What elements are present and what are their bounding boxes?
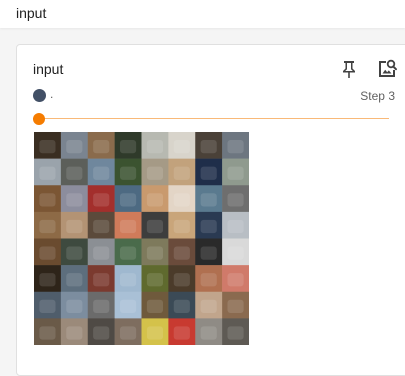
image-tile-shade	[93, 326, 110, 340]
image-tile-shade	[200, 193, 217, 207]
image-tile-shade	[66, 246, 83, 260]
image-grid-canvas	[34, 132, 249, 345]
pin-button[interactable]	[337, 57, 361, 81]
step-label: Step 3	[360, 89, 395, 103]
image-tile-shade	[200, 273, 217, 287]
image-tile-shade	[120, 246, 137, 260]
image-tile-shade	[120, 166, 137, 180]
pin-icon	[343, 61, 355, 78]
image-tile-shade	[146, 219, 164, 234]
image-search-button[interactable]	[375, 57, 399, 81]
image-tile-shade	[146, 326, 164, 340]
image-tile-shade	[120, 193, 137, 207]
image-tile-shade	[39, 326, 56, 340]
image-tile-shade	[93, 273, 110, 287]
image-tile-shade	[173, 326, 190, 340]
image-grid[interactable]	[34, 132, 249, 345]
image-tile-shade	[227, 193, 244, 207]
image-tile-shade	[120, 299, 137, 314]
image-tile-shade	[227, 326, 244, 340]
image-tile-shade	[93, 246, 110, 260]
image-tile-shade	[39, 139, 56, 154]
image-tile-shade	[227, 139, 244, 154]
image-tile-shade	[227, 246, 244, 260]
image-tile-shade	[66, 193, 83, 207]
image-tile-shade	[200, 166, 217, 180]
slider-track	[33, 118, 389, 119]
image-tile-shade	[227, 219, 244, 234]
top-bar: input	[0, 0, 405, 28]
image-tile-shade	[93, 299, 110, 314]
image-tile-shade	[173, 193, 190, 207]
image-tile-shade	[39, 273, 56, 287]
image-tile-shade	[146, 299, 164, 314]
image-tile-shade	[146, 139, 164, 154]
image-tile-shade	[39, 166, 56, 180]
image-tile-shade	[93, 166, 110, 180]
image-tile-shade	[146, 193, 164, 207]
image-tile-shade	[173, 219, 190, 234]
image-tile-shade	[66, 326, 83, 340]
slider-thumb[interactable]	[33, 113, 45, 125]
image-tile-shade	[173, 299, 190, 314]
card-title: input	[33, 61, 64, 77]
image-tile-shade	[66, 139, 83, 154]
image-tile-shade	[227, 299, 244, 314]
image-tile-shade	[227, 273, 244, 287]
image-card: input . Step 3	[16, 44, 405, 376]
step-slider[interactable]	[33, 111, 389, 127]
image-tile-shade	[120, 139, 137, 154]
image-tile-shade	[93, 219, 110, 234]
image-tile-shade	[200, 246, 217, 260]
image-tile-shade	[120, 326, 137, 340]
image-tile-shade	[39, 246, 56, 260]
image-tile-shade	[93, 193, 110, 207]
image-tile-shade	[173, 139, 190, 154]
image-tile-shade	[93, 139, 110, 154]
image-tile-shade	[200, 326, 217, 340]
run-color-dot	[33, 89, 46, 102]
image-tile-shade	[227, 166, 244, 180]
image-tile-shade	[66, 166, 83, 180]
image-tile-shade	[39, 299, 56, 314]
image-tile-shade	[66, 273, 83, 287]
image-tile-shade	[200, 299, 217, 314]
image-tile-shade	[66, 299, 83, 314]
image-tile-shade	[120, 219, 137, 234]
image-tile-shade	[66, 219, 83, 234]
image-tile-shade	[173, 246, 190, 260]
page-title: input	[16, 5, 47, 21]
image-tile-shade	[200, 219, 217, 234]
image-tile-shade	[146, 166, 164, 180]
image-tile-shade	[173, 273, 190, 287]
run-name: .	[50, 87, 54, 101]
image-tile-shade	[146, 273, 164, 287]
image-search-icon	[379, 59, 397, 77]
image-tile-shade	[39, 219, 56, 234]
image-tile-shade	[146, 246, 164, 260]
image-tile-shade	[173, 166, 190, 180]
image-tile-shade	[200, 139, 217, 154]
image-tile-shade	[120, 273, 137, 287]
image-tile-shade	[39, 193, 56, 207]
